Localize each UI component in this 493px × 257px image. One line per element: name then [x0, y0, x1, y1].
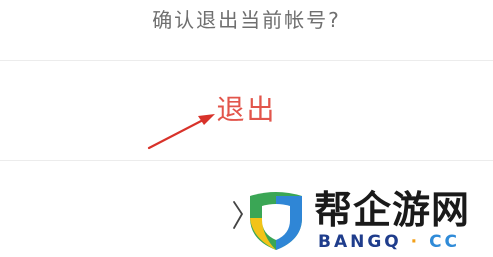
- watermark-sub-left: BANGQ: [318, 232, 402, 252]
- watermark-sub-right: CC: [429, 232, 461, 252]
- logout-button[interactable]: 退出: [0, 88, 493, 128]
- divider-top: [0, 60, 493, 61]
- logout-dialog: 确认退出当前帐号? 退出 帮企游网 BANGQ · CC: [0, 0, 493, 257]
- watermark-title: 帮企游网: [314, 188, 471, 232]
- divider-bottom: [0, 160, 493, 161]
- annotation-arrow-icon: [147, 114, 215, 150]
- dialog-prompt: 确认退出当前帐号?: [152, 8, 341, 32]
- watermark-subtitle: BANGQ · CC: [318, 232, 460, 252]
- watermark-sub-dot: ·: [410, 232, 421, 252]
- bangq-logo-icon: [250, 192, 302, 250]
